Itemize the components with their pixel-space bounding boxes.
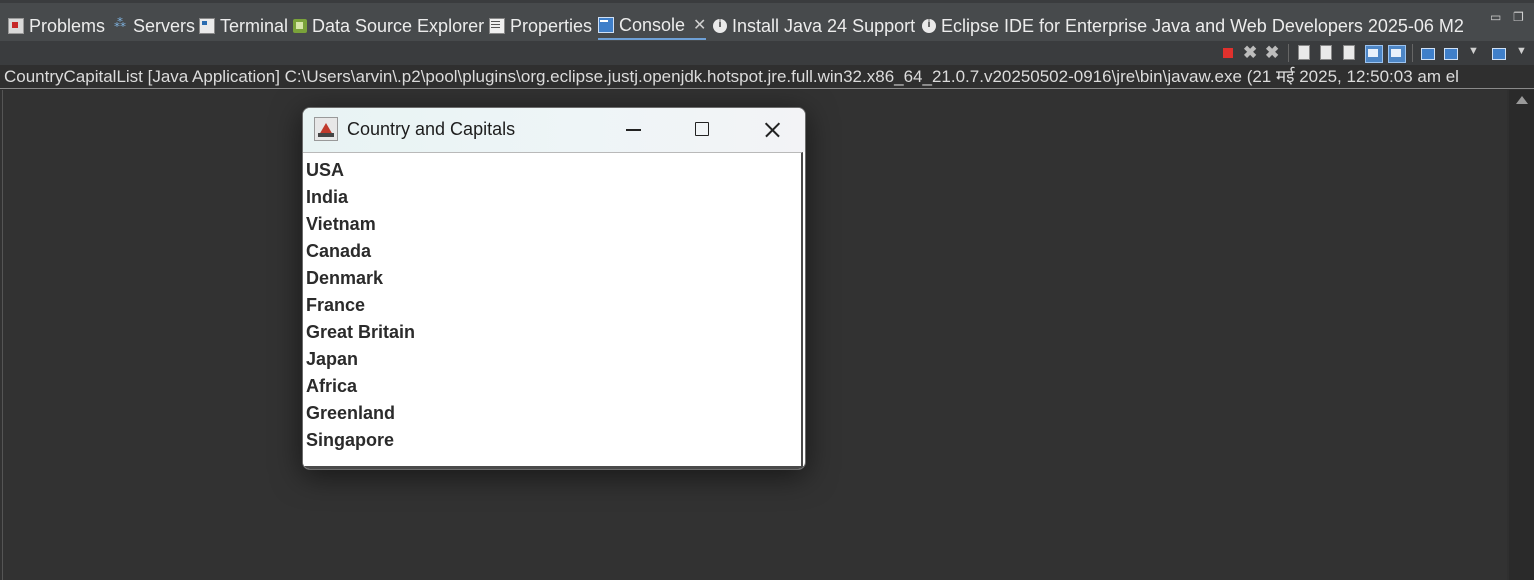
show-console-on-error-icon[interactable] <box>1388 45 1406 63</box>
servers-icon <box>114 16 128 33</box>
show-console-on-output-icon[interactable] <box>1365 45 1383 63</box>
toolbar-separator <box>1412 44 1413 62</box>
info-icon: i <box>713 19 727 33</box>
country-list-panel: USA India Vietnam Canada Denmark France … <box>303 152 803 469</box>
tab-servers[interactable]: Servers <box>114 12 195 40</box>
list-item[interactable]: Japan <box>306 346 415 373</box>
java-app-icon <box>314 117 338 141</box>
pin-console-icon[interactable] <box>1421 48 1435 60</box>
list-item[interactable]: Greenland <box>306 400 415 427</box>
clear-console-icon[interactable] <box>1298 45 1310 60</box>
maximize-view-icon[interactable]: ❐ <box>1513 10 1524 24</box>
tab-label: Data Source Explorer <box>312 15 485 36</box>
tab-label: Problems <box>29 15 106 36</box>
tab-install-java-24-support[interactable]: i Install Java 24 Support <box>713 12 915 40</box>
console-left-border <box>2 90 3 580</box>
tab-label: Eclipse IDE for Enterprise Java and Web … <box>941 15 1464 36</box>
tab-label: Install Java 24 Support <box>732 15 916 36</box>
list-item[interactable]: India <box>306 184 415 211</box>
word-wrap-icon[interactable] <box>1343 45 1355 60</box>
data-source-explorer-icon <box>293 19 307 33</box>
list-item[interactable]: Canada <box>306 238 415 265</box>
open-console-icon[interactable] <box>1492 48 1506 60</box>
tab-properties[interactable]: Properties <box>489 12 592 40</box>
remove-all-terminated-icon[interactable]: ✖ <box>1265 44 1281 61</box>
tab-label: Properties <box>510 15 593 36</box>
list-item[interactable]: France <box>306 292 415 319</box>
tab-label: Console <box>619 14 686 35</box>
terminal-icon <box>199 18 215 34</box>
remove-launch-icon[interactable]: ✖ <box>1243 44 1259 61</box>
tab-label: Servers <box>133 15 196 36</box>
scroll-lock-icon[interactable] <box>1320 45 1332 60</box>
tab-eclipse-ide[interactable]: i Eclipse IDE for Enterprise Java and We… <box>922 12 1464 40</box>
view-tab-bar: Problems Servers Terminal Data Source Ex… <box>0 0 1534 41</box>
console-icon <box>598 17 614 33</box>
toolbar-separator <box>1288 44 1289 62</box>
console-vertical-scrollbar[interactable] <box>1509 90 1534 580</box>
tab-console[interactable]: Console ✕ <box>598 12 707 40</box>
chevron-down-icon[interactable]: ▼ <box>1468 45 1484 61</box>
window-title-bar[interactable]: Country and Capitals <box>303 108 805 152</box>
maximize-button[interactable] <box>667 108 737 152</box>
info-icon: i <box>922 19 936 33</box>
minimize-view-icon[interactable]: ▭ <box>1490 10 1501 24</box>
window-bottom-border <box>303 466 805 469</box>
list-item[interactable]: Great Britain <box>306 319 415 346</box>
scroll-up-arrow-icon[interactable] <box>1516 96 1528 104</box>
close-icon[interactable]: ✕ <box>693 15 706 35</box>
console-process-label: CountryCapitalList [Java Application] C:… <box>0 65 1534 89</box>
list-item[interactable]: Singapore <box>306 427 415 454</box>
display-selected-console-icon[interactable] <box>1444 48 1458 60</box>
problems-icon <box>8 18 24 34</box>
list-item[interactable]: Vietnam <box>306 211 415 238</box>
tab-label: Terminal <box>220 15 289 36</box>
tab-data-source-explorer[interactable]: Data Source Explorer <box>293 12 484 40</box>
terminate-icon[interactable] <box>1223 48 1233 58</box>
properties-icon <box>489 18 505 34</box>
tab-terminal[interactable]: Terminal <box>199 12 288 40</box>
tab-problems[interactable]: Problems <box>8 12 105 40</box>
close-button[interactable] <box>737 108 805 152</box>
list-item[interactable]: Africa <box>306 373 415 400</box>
country-capitals-window[interactable]: Country and Capitals USA India Vietnam C… <box>302 107 806 470</box>
console-toolbar: ✖ ✖ ▼ ▼ <box>0 41 1534 65</box>
window-title: Country and Capitals <box>347 119 516 139</box>
minimize-button[interactable] <box>597 108 667 152</box>
country-list: USA India Vietnam Canada Denmark France … <box>306 157 415 454</box>
list-item[interactable]: Denmark <box>306 265 415 292</box>
chevron-down-icon[interactable]: ▼ <box>1516 45 1532 61</box>
list-item[interactable]: USA <box>306 157 415 184</box>
